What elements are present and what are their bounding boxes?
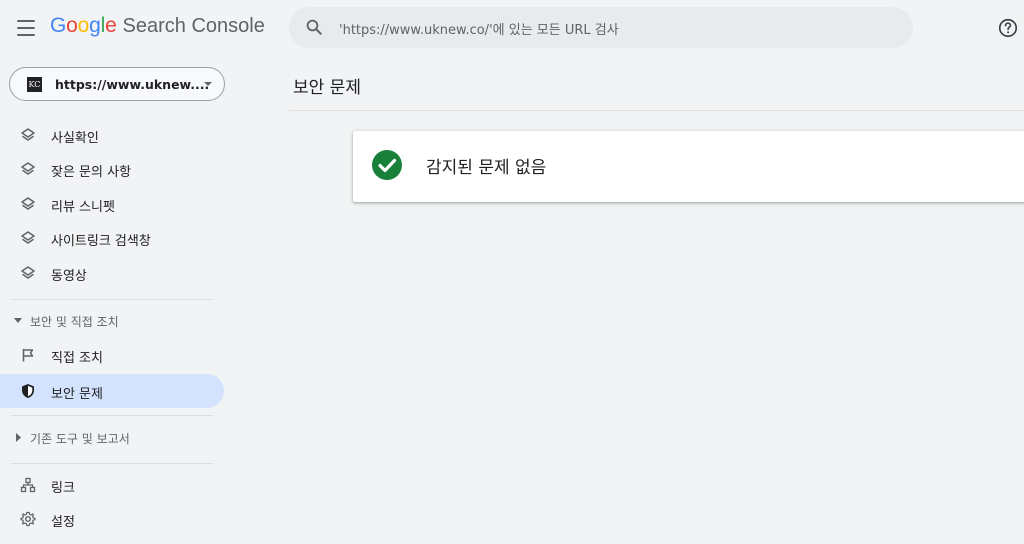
title-divider — [289, 110, 1024, 111]
section-label: 보안 및 직접 조치 — [30, 315, 119, 329]
sidebar-item-label: 동영상 — [51, 269, 87, 284]
sidebar-item-label: 보안 문제 — [51, 387, 103, 402]
sidebar-divider — [11, 299, 213, 300]
layers-icon — [21, 128, 35, 141]
sidebar-divider — [11, 463, 213, 464]
layers-icon — [21, 266, 35, 279]
search-placeholder: 'https://www.uknew.co/'에 있는 모든 URL 검사 — [339, 23, 619, 38]
links-icon — [20, 477, 36, 493]
caret-down-icon — [14, 318, 22, 323]
sidebar-item-security-issues[interactable]: 보안 문제 — [0, 374, 224, 408]
logo-letter: G — [50, 14, 67, 37]
sidebar-item-manual-actions[interactable]: 직접 조치 — [0, 338, 224, 372]
search-icon — [306, 19, 322, 35]
shield-icon — [22, 384, 34, 398]
sidebar-item-label: 리뷰 스니펫 — [51, 200, 115, 215]
gear-icon — [20, 511, 36, 527]
product-name: Search Console — [122, 15, 265, 37]
sidebar-item-settings[interactable]: 설정 — [0, 502, 224, 536]
logo-letter: g — [89, 14, 101, 37]
sidebar-item-videos[interactable]: 동영상 — [0, 256, 224, 290]
sidebar: KC https://www.uknew.... 사실확인 잦은 문의 사항 리… — [0, 56, 240, 544]
page-title: 보안 문제 — [293, 78, 361, 98]
google-wordmark: Google — [50, 14, 117, 38]
sidebar-item-fact-check[interactable]: 사실확인 — [0, 118, 224, 152]
sidebar-item-links[interactable]: 링크 — [0, 468, 224, 502]
sidebar-item-label: 설정 — [51, 515, 75, 530]
flag-icon — [22, 349, 34, 362]
section-label: 기존 도구 및 보고서 — [30, 432, 130, 446]
sidebar-item-label: 직접 조치 — [51, 351, 103, 366]
property-favicon: KC — [27, 77, 42, 92]
security-status-card: 감지된 문제 없음 — [353, 131, 1024, 202]
sidebar-item-faq[interactable]: 잦은 문의 사항 — [0, 152, 224, 186]
logo-letter: e — [105, 14, 117, 37]
layers-icon — [21, 197, 35, 210]
section-legacy-tools[interactable]: 기존 도구 및 보고서 — [0, 425, 224, 451]
sidebar-item-sitelinks-searchbox[interactable]: 사이트링크 검색창 — [0, 221, 224, 255]
url-inspection-search-bar[interactable]: 'https://www.uknew.co/'에 있는 모든 URL 검사 — [289, 7, 913, 48]
layers-icon — [21, 231, 35, 244]
section-security-manual-actions[interactable]: 보안 및 직접 조치 — [0, 308, 224, 334]
top-app-bar: Google Search Console 'https://www.uknew… — [0, 0, 1024, 56]
sidebar-item-review-snippets[interactable]: 리뷰 스니펫 — [0, 187, 224, 221]
sidebar-item-label: 잦은 문의 사항 — [51, 165, 132, 180]
property-selector[interactable]: KC https://www.uknew.... — [9, 67, 225, 101]
logo-letter: o — [77, 14, 90, 37]
hamburger-icon[interactable] — [16, 18, 36, 38]
chevron-down-icon — [204, 82, 212, 86]
status-message: 감지된 문제 없음 — [426, 158, 547, 178]
app-logo[interactable]: Google Search Console — [50, 14, 265, 44]
sidebar-divider — [11, 415, 213, 416]
sidebar-item-label: 사이트링크 검색창 — [51, 234, 151, 249]
help-circle-icon[interactable] — [997, 17, 1019, 39]
caret-right-icon — [16, 433, 21, 442]
check-circle-icon — [372, 150, 402, 180]
property-url: https://www.uknew.... — [55, 77, 210, 92]
layers-icon — [21, 162, 35, 175]
sidebar-item-label: 사실확인 — [51, 131, 99, 146]
logo-letter: o — [66, 14, 78, 37]
sidebar-item-label: 링크 — [51, 481, 75, 496]
